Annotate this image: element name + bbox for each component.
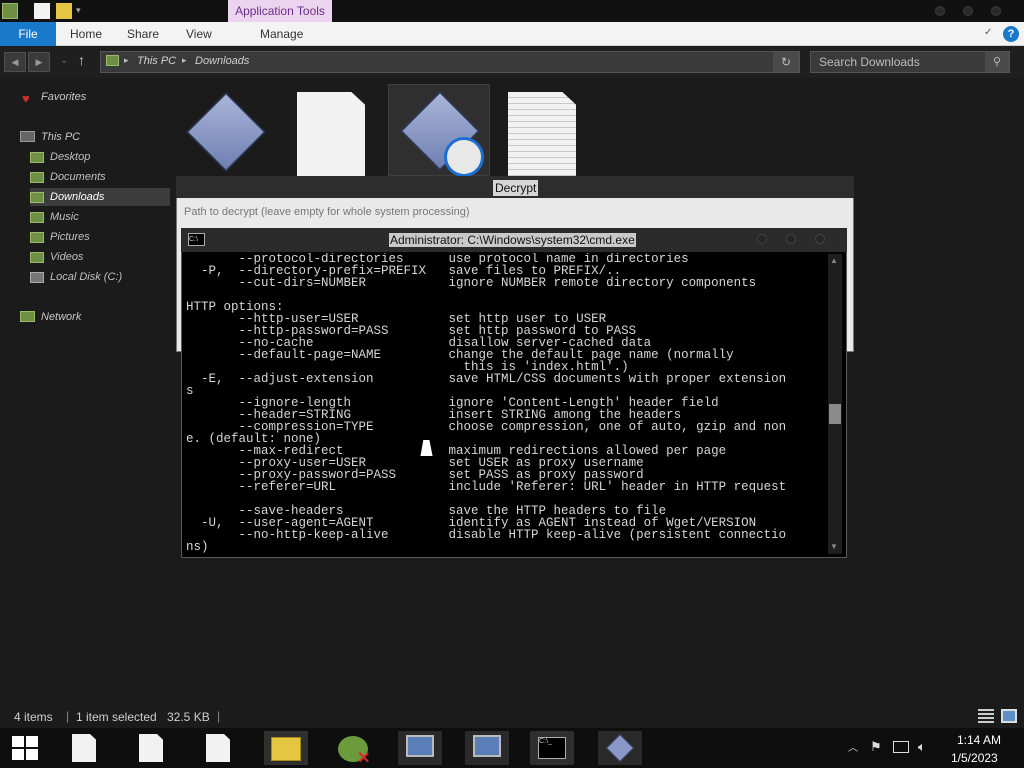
status-size: 32.5 KB <box>167 710 210 724</box>
cmd-output[interactable]: --protocol-directories use protocol name… <box>186 253 826 555</box>
taskbar-remote-app-1[interactable] <box>398 731 442 765</box>
minimize-button[interactable] <box>935 6 945 16</box>
close-button[interactable] <box>991 6 1001 16</box>
search-icon[interactable]: ⚲ <box>985 52 1009 72</box>
tab-file[interactable]: File <box>0 22 56 46</box>
sidebar-item-documents[interactable]: Documents <box>30 168 170 186</box>
document-icon[interactable] <box>297 92 365 176</box>
taskbar-document-icon[interactable] <box>139 734 163 762</box>
sidebar-item-videos[interactable]: Videos <box>30 248 170 266</box>
action-center-flag-icon[interactable]: ⚑ <box>870 739 882 755</box>
sidebar-item-music[interactable]: Music <box>30 208 170 226</box>
file-item[interactable] <box>186 92 266 172</box>
nav-this-pc[interactable]: This PC <box>41 128 80 146</box>
computer-icon <box>20 131 35 142</box>
window-titlebar <box>0 0 1024 22</box>
nav-favorites[interactable]: Favorites <box>41 88 86 106</box>
chevron-right-icon: ▸ <box>182 55 187 65</box>
taskbar-remote-app-2[interactable] <box>465 731 509 765</box>
taskbar-document-icon[interactable] <box>72 734 96 762</box>
tab-manage[interactable]: Manage <box>260 22 303 46</box>
folder-icon <box>30 151 44 163</box>
clock-date[interactable]: 1/5/2023 <box>951 751 998 765</box>
taskbar-document-icon[interactable] <box>206 734 230 762</box>
cmd-output-line: --referer=URL include 'Referer: URL' hea… <box>186 480 787 494</box>
drive-icon <box>30 271 44 283</box>
help-icon[interactable]: ? <box>1003 26 1019 42</box>
taskbar-file-explorer[interactable] <box>264 731 308 765</box>
this-pc-icon <box>106 55 119 66</box>
network-icon <box>20 311 35 322</box>
chevron-right-icon: ▸ <box>124 55 129 65</box>
cmd-output-line: ns) <box>186 540 209 554</box>
installer-icon <box>605 733 635 763</box>
taskbar-cmd[interactable]: C:\_ <box>530 731 574 765</box>
details-view-icon[interactable] <box>978 709 994 723</box>
contextual-tab-application-tools: Application Tools <box>228 0 332 22</box>
sidebar-item-desktop[interactable]: Desktop <box>30 148 170 166</box>
breadcrumb-downloads[interactable]: Downloads <box>195 55 249 67</box>
tab-share[interactable]: Share <box>127 22 159 46</box>
cmd-title: Administrator: C:\Windows\system32\cmd.e… <box>389 233 636 247</box>
folder-icon <box>30 171 44 183</box>
breadcrumb-this-pc[interactable]: This PC <box>137 55 176 67</box>
cmd-maximize-button[interactable] <box>786 234 796 244</box>
decrypt-title: Decrypt <box>493 180 539 196</box>
refresh-button[interactable]: ↻ <box>773 52 799 72</box>
cmd-scrollbar-thumb[interactable] <box>829 404 841 424</box>
cmd-minimize-button[interactable] <box>757 234 767 244</box>
text-document-icon[interactable] <box>508 92 576 176</box>
scroll-up-icon[interactable]: ▲ <box>830 256 838 265</box>
network-tray-icon[interactable] <box>893 741 909 753</box>
cmd-close-button[interactable] <box>815 234 825 244</box>
start-button[interactable] <box>12 736 38 760</box>
error-x-icon: ✕ <box>357 750 371 767</box>
cmd-output-line: -E, --adjust-extension save HTML/CSS doc… <box>186 372 787 386</box>
monitor-icon <box>406 735 434 757</box>
monitor-icon <box>473 735 501 757</box>
nav-network[interactable]: Network <box>41 308 81 326</box>
favorites-icon: ♥ <box>22 91 30 106</box>
sidebar-item-downloads[interactable]: Downloads <box>30 188 170 206</box>
file-item-selected[interactable] <box>388 84 490 177</box>
folder-icon <box>30 251 44 263</box>
cmd-output-line: --cut-dirs=NUMBER ignore NUMBER remote d… <box>186 276 757 290</box>
installer-icon <box>186 92 266 172</box>
up-button[interactable]: ↑ <box>78 52 85 68</box>
cmd-icon: C:\_ <box>538 737 566 759</box>
cmd-output-line: --no-http-keep-alive disable HTTP keep-a… <box>186 528 787 542</box>
folder-icon <box>30 191 44 203</box>
gear-icon <box>444 137 484 177</box>
tab-home[interactable]: Home <box>70 22 102 46</box>
taskbar-decrypt-app[interactable] <box>598 731 642 765</box>
show-hidden-icons-icon[interactable]: ︿ <box>848 739 858 754</box>
volume-icon[interactable]: 🔈︎ <box>918 739 926 755</box>
maximize-button[interactable] <box>963 6 973 16</box>
decrypt-path-input[interactable]: Path to decrypt (leave empty for whole s… <box>184 206 470 218</box>
status-divider: | <box>66 709 70 723</box>
forward-button[interactable]: ▶ <box>28 52 50 72</box>
cmd-icon[interactable]: C:\ <box>188 233 205 246</box>
folder-icon <box>271 737 301 761</box>
scroll-down-icon[interactable]: ▼ <box>830 542 838 551</box>
customize-qat-icon[interactable]: ▾ <box>76 5 81 16</box>
folder-icon <box>30 211 44 223</box>
folder-icon <box>30 231 44 243</box>
sidebar-item-pictures[interactable]: Pictures <box>30 228 170 246</box>
status-item-count: 4 items <box>14 710 53 724</box>
recent-locations-icon[interactable]: ⌄ <box>60 55 68 66</box>
status-divider: | <box>217 709 221 723</box>
tab-view[interactable]: View <box>186 22 212 46</box>
search-input[interactable]: Search Downloads <box>810 51 1010 73</box>
explorer-app-icon[interactable] <box>2 3 18 19</box>
new-folder-icon[interactable] <box>56 3 72 19</box>
back-button[interactable]: ◀ <box>4 52 26 72</box>
sidebar-item-local-disk[interactable]: Local Disk (C:) <box>30 268 170 286</box>
clock-time[interactable]: 1:14 AM <box>957 733 1001 747</box>
properties-icon[interactable] <box>34 3 50 19</box>
status-selected: 1 item selected <box>76 710 157 724</box>
large-icons-view-icon[interactable] <box>1001 709 1017 723</box>
collapse-ribbon-icon[interactable]: ✓ <box>984 27 992 38</box>
